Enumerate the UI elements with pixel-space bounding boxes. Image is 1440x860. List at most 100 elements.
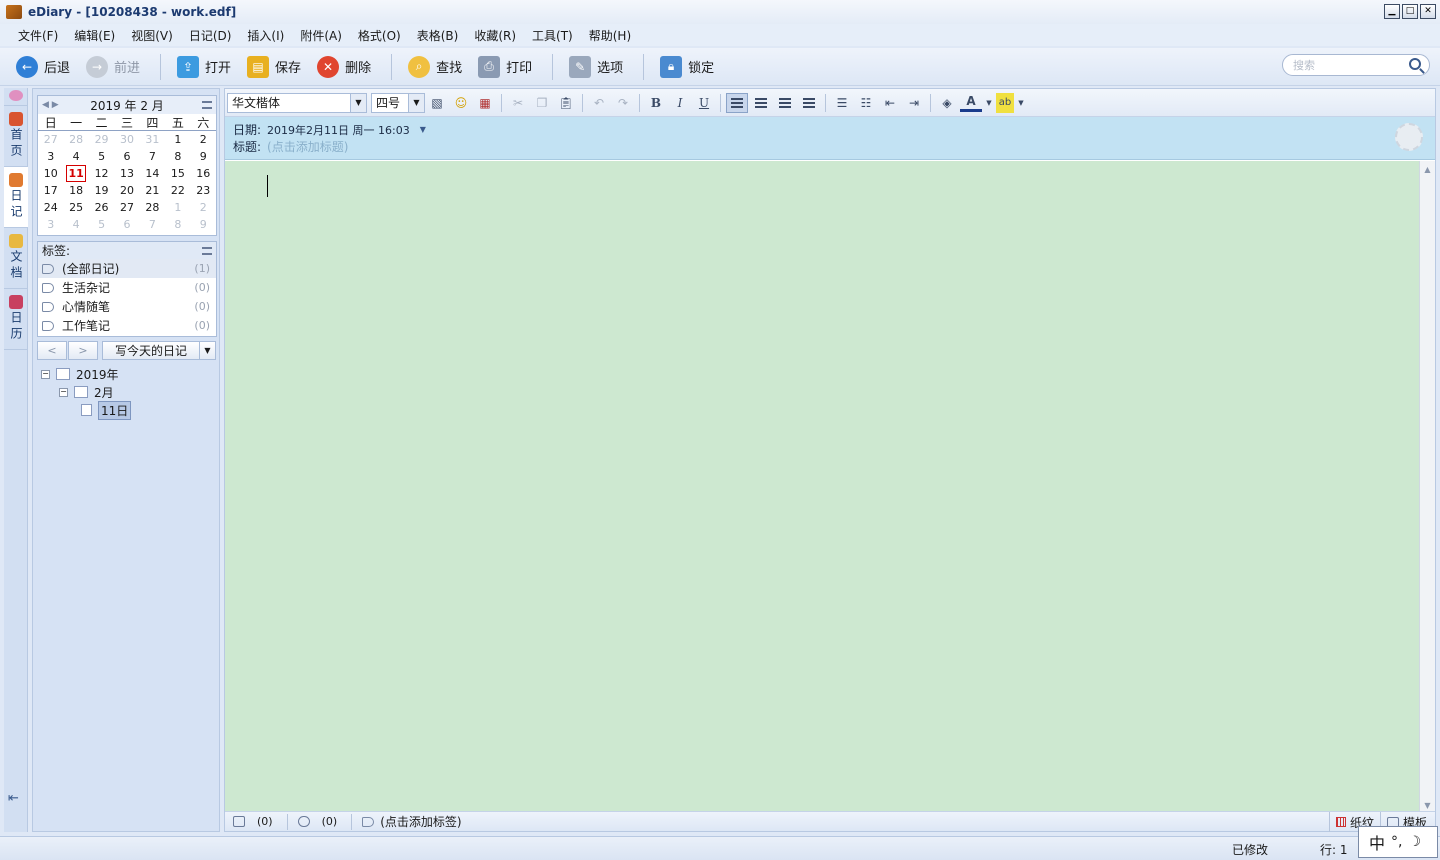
calendar-day[interactable]: 5: [89, 216, 114, 233]
weather-icon[interactable]: [1395, 123, 1423, 151]
calendar-day[interactable]: 20: [114, 182, 139, 199]
open-button[interactable]: ⇪ 打开: [171, 52, 237, 82]
copy-icon[interactable]: ❐: [531, 93, 553, 113]
tab-documents[interactable]: 文档: [4, 228, 28, 289]
calendar-day[interactable]: 13: [114, 165, 139, 182]
calendar-day[interactable]: 1: [165, 131, 190, 148]
calendar-day[interactable]: 2: [191, 199, 216, 216]
calendar-day[interactable]: 25: [63, 199, 88, 216]
redo-icon[interactable]: ↷: [612, 93, 634, 113]
calendar-day[interactable]: 9: [191, 148, 216, 165]
next-entry-button[interactable]: >: [68, 341, 98, 360]
tag-item-life[interactable]: 生活杂记 (0): [38, 278, 216, 297]
calendar-day[interactable]: 10: [38, 165, 63, 182]
underline-icon[interactable]: U: [693, 93, 715, 113]
chevron-down-icon[interactable]: ▼: [984, 93, 994, 113]
calendar-day[interactable]: 8: [165, 216, 190, 233]
calendar-day[interactable]: 27: [114, 199, 139, 216]
calendar-nav-arrows[interactable]: ◀ ▶: [42, 100, 59, 110]
collapse-sidebar-icon[interactable]: ⇤: [8, 791, 19, 806]
calendar-day[interactable]: 18: [63, 182, 88, 199]
indent-icon[interactable]: ⇥: [903, 93, 925, 113]
align-center-icon[interactable]: [750, 93, 772, 113]
flower-icon-tab[interactable]: [4, 88, 28, 106]
maximize-button[interactable]: □: [1402, 4, 1418, 19]
undo-icon[interactable]: ↶: [588, 93, 610, 113]
search-icon[interactable]: [1409, 58, 1421, 70]
calendar-day[interactable]: 4: [63, 216, 88, 233]
paste-icon[interactable]: 📋︎: [555, 93, 577, 113]
bold-icon[interactable]: B: [645, 93, 667, 113]
prev-entry-button[interactable]: <: [37, 341, 67, 360]
fill-color-icon[interactable]: ◈: [936, 93, 958, 113]
align-justify-icon[interactable]: [798, 93, 820, 113]
find-button[interactable]: ⌕ 查找: [402, 52, 468, 82]
menu-attachment[interactable]: 附件(A): [292, 27, 350, 44]
diary-content-area[interactable]: [225, 161, 1420, 813]
align-right-icon[interactable]: [774, 93, 796, 113]
close-button[interactable]: ✕: [1420, 4, 1436, 19]
tags-menu-icon[interactable]: [202, 247, 212, 255]
calendar-day[interactable]: 9: [191, 216, 216, 233]
tag-item-work[interactable]: 工作笔记 (0): [38, 316, 216, 335]
chevron-down-icon[interactable]: ▼: [350, 93, 366, 112]
comments-indicator[interactable]: (0): [297, 815, 337, 828]
chevron-down-icon[interactable]: ▼: [408, 93, 424, 112]
calendar-month-label[interactable]: 2019 年 2 月: [90, 97, 164, 114]
menu-help[interactable]: 帮助(H): [581, 27, 639, 44]
menu-insert[interactable]: 插入(I): [239, 27, 292, 44]
delete-button[interactable]: ✕ 删除: [311, 52, 377, 82]
search-input[interactable]: 搜索: [1282, 54, 1430, 76]
font-size-select[interactable]: 四号 ▼: [371, 92, 425, 113]
chevron-down-icon[interactable]: ▼: [420, 125, 426, 134]
print-button[interactable]: ⎙ 打印: [472, 52, 538, 82]
back-button[interactable]: ← 后退: [10, 52, 76, 82]
forward-button[interactable]: → 前进: [80, 52, 146, 82]
title-input[interactable]: (点击添加标题): [267, 138, 348, 155]
calendar-day[interactable]: 6: [114, 216, 139, 233]
italic-icon[interactable]: I: [669, 93, 691, 113]
menu-favorites[interactable]: 收藏(R): [466, 27, 524, 44]
tree-node-month[interactable]: − 2月: [37, 383, 217, 401]
calendar-day[interactable]: 27: [38, 131, 63, 148]
calendar-day[interactable]: 5: [89, 148, 114, 165]
emoticon-icon[interactable]: ☺: [450, 93, 472, 113]
tab-home[interactable]: 首页: [4, 106, 28, 167]
chevron-down-icon[interactable]: ▼: [1016, 93, 1026, 113]
calendar-day[interactable]: 15: [165, 165, 190, 182]
highlight-icon[interactable]: ab: [996, 92, 1014, 113]
tab-diary[interactable]: 日记: [4, 167, 28, 228]
calendar-day[interactable]: 28: [140, 199, 165, 216]
insert-image-icon[interactable]: ▧: [426, 93, 448, 113]
chevron-down-icon[interactable]: ▼: [199, 342, 215, 359]
calendar-day[interactable]: 8: [165, 148, 190, 165]
date-value[interactable]: 2019年2月11日 周一 16:03: [267, 122, 410, 138]
menu-file[interactable]: 文件(F): [10, 27, 66, 44]
calendar-day[interactable]: 31: [140, 131, 165, 148]
tree-node-day[interactable]: 11日: [37, 400, 217, 420]
calendar-day[interactable]: 7: [140, 148, 165, 165]
collapse-toggle-icon[interactable]: −: [41, 369, 50, 379]
options-button[interactable]: ✎ 选项: [563, 52, 629, 82]
font-color-icon[interactable]: A: [960, 94, 982, 112]
calendar-day[interactable]: 21: [140, 182, 165, 199]
write-today-button[interactable]: 写今天的日记 ▼: [102, 341, 216, 360]
save-button[interactable]: ▤ 保存: [241, 52, 307, 82]
cut-icon[interactable]: ✂: [507, 93, 529, 113]
calendar-day[interactable]: 7: [140, 216, 165, 233]
calendar-menu-icon[interactable]: [202, 101, 212, 109]
calendar-day[interactable]: 16: [191, 165, 216, 182]
tag-item-mood[interactable]: 心情随笔 (0): [38, 297, 216, 316]
calendar-day[interactable]: 3: [38, 216, 63, 233]
tag-item-all[interactable]: (全部日记) (1): [38, 259, 216, 278]
calendar-day[interactable]: 30: [114, 131, 139, 148]
calendar-day[interactable]: 14: [140, 165, 165, 182]
menu-table[interactable]: 表格(B): [409, 27, 467, 44]
bullet-list-icon[interactable]: ☰: [831, 93, 853, 113]
ime-indicator[interactable]: 中 °, ☽: [1358, 826, 1438, 858]
ime-mode-label[interactable]: 中: [1369, 830, 1385, 854]
calendar-day[interactable]: 22: [165, 182, 190, 199]
insert-date-icon[interactable]: ▦: [474, 93, 496, 113]
scroll-up-icon[interactable]: ▲: [1420, 161, 1435, 177]
calendar-day[interactable]: 24: [38, 199, 63, 216]
